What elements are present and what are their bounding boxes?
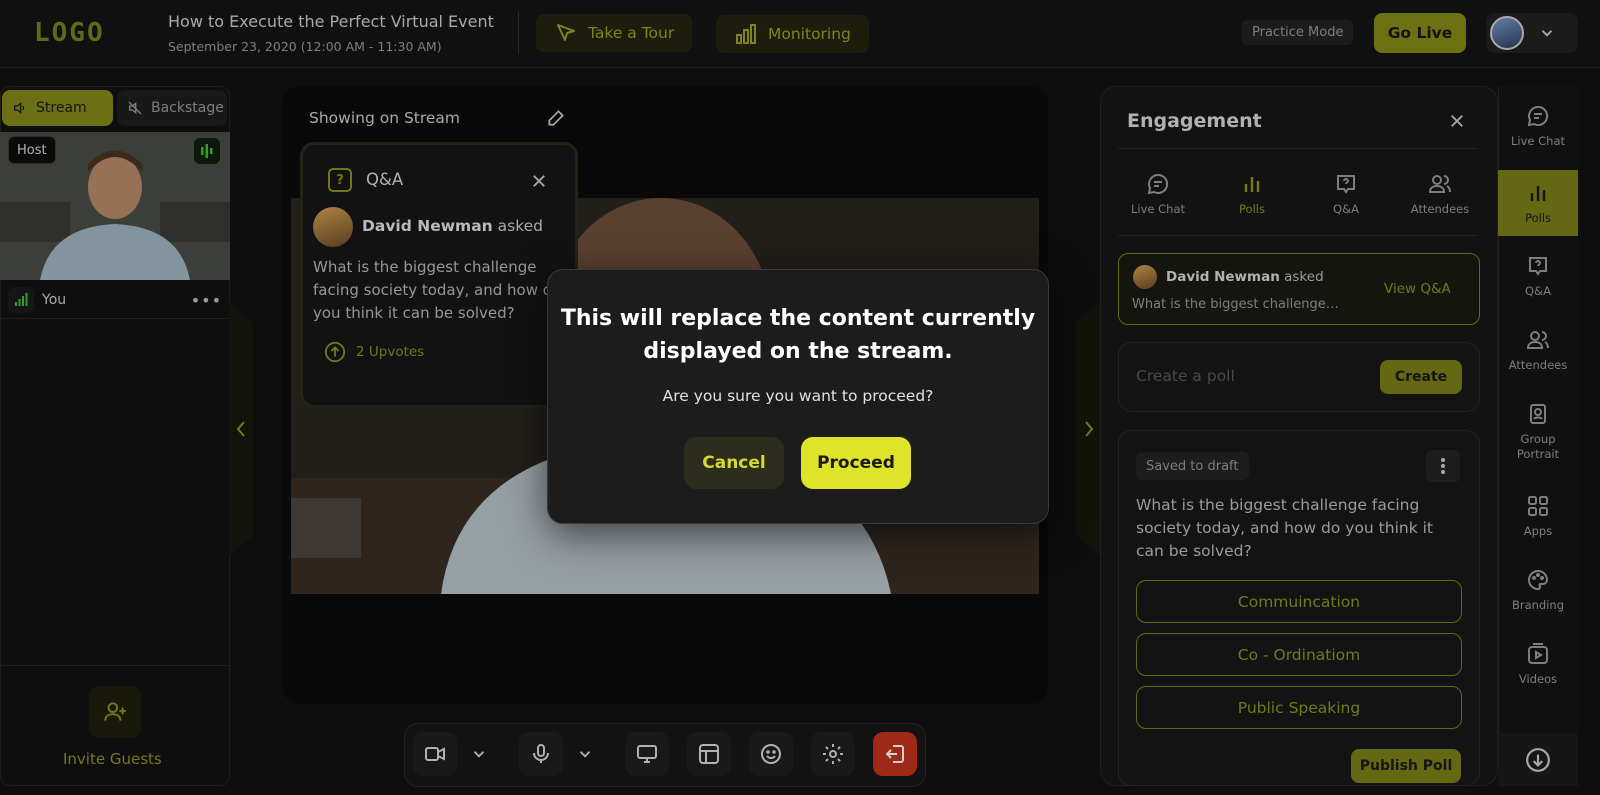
proceed-button[interactable]: Proceed: [801, 437, 911, 489]
dialog-heading: This will replace the content currently …: [560, 306, 1036, 364]
dialog-subtext: Are you sure you want to proceed?: [662, 387, 934, 405]
cancel-button[interactable]: Cancel: [684, 437, 784, 489]
